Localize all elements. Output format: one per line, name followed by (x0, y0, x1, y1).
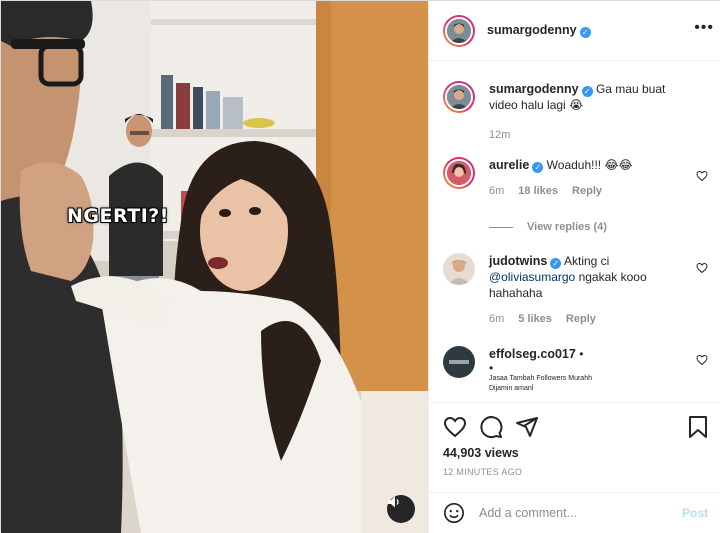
comment-row: judotwins ✓ Akting ci @oliviasumargo ngak… (443, 253, 693, 327)
user-photo-icon (443, 346, 475, 378)
reply-button[interactable]: Reply (566, 311, 596, 327)
avatar[interactable] (443, 81, 475, 113)
mention-link[interactable]: @oliviasumargo (489, 270, 575, 284)
comment-likes[interactable]: 5 likes (518, 311, 552, 327)
caption-time[interactable]: 12m (489, 127, 510, 143)
caption-emoji: 😭 (569, 98, 584, 112)
post-timestamp[interactable]: 12 MINUTES AGO (443, 467, 522, 477)
comment-username[interactable]: judotwins (489, 254, 547, 268)
add-comment-bar: Post (429, 492, 720, 533)
comment-row: effolseg.co017 • • Jasaa Tambah Follower… (443, 346, 693, 394)
comment-text: Akting ci (564, 254, 610, 268)
verified-badge-icon: ✓ (579, 27, 591, 38)
user-photo-icon (447, 85, 471, 109)
bookmark-save-icon[interactable] (687, 415, 709, 439)
like-heart-icon[interactable] (696, 354, 708, 366)
user-photo-icon (447, 161, 471, 185)
comment-time[interactable]: 6m (489, 311, 504, 327)
caption-username[interactable]: sumargodenny (489, 82, 579, 96)
caption-row: sumargodenny ✓ Ga mau buat video halu lag… (443, 81, 693, 143)
verified-badge-icon: ✓ (550, 258, 562, 269)
comment-text: Woaduh!!! (546, 158, 602, 172)
share-send-icon[interactable] (515, 415, 539, 439)
divider (489, 226, 513, 228)
verified-badge-icon: ✓ (532, 162, 544, 173)
avatar[interactable] (443, 253, 475, 285)
more-options-icon[interactable]: ••• (694, 20, 714, 36)
comment-username[interactable]: effolseg.co017 (489, 347, 576, 361)
comment-body: judotwins ✓ Akting ci @oliviasumargo ngak… (489, 253, 693, 327)
comment-username[interactable]: aurelie (489, 158, 529, 172)
like-heart-icon[interactable] (443, 415, 467, 439)
like-heart-icon[interactable] (696, 170, 708, 182)
post-actions: 44,903 views 12 MINUTES AGO (429, 402, 720, 492)
post-side-panel: sumargodenny ✓ ••• sumargodenny ✓ Ga mau… (428, 1, 720, 533)
verified-badge-icon: ✓ (581, 86, 593, 97)
view-replies-button[interactable]: View replies (4) (489, 221, 607, 233)
comment-text-line: Jasaa Tambah Followers Murahh (489, 375, 592, 382)
reply-button[interactable]: Reply (572, 183, 602, 199)
post-header: sumargodenny ✓ ••• (429, 1, 720, 61)
instagram-post-window: NGERTI?! sumargodenny ✓ ••• sumargodenny… (0, 0, 720, 533)
post-comment-button[interactable]: Post (682, 506, 708, 520)
comment-emoji: 😂😂 (604, 158, 633, 172)
view-replies-label: View replies (4) (527, 221, 607, 233)
speaker-icon (388, 496, 399, 508)
comment-body: aurelie ✓ Woaduh!!! 😂😂 6m 18 likes Reply (489, 157, 633, 199)
comment-bubble-icon[interactable] (479, 415, 503, 439)
comment-input[interactable] (479, 506, 682, 520)
video-frame-illustration (1, 1, 428, 533)
comment-text-line: Dijamin amanl (489, 385, 534, 392)
avatar[interactable] (443, 14, 475, 47)
like-heart-icon[interactable] (696, 262, 708, 274)
comment-likes[interactable]: 18 likes (518, 183, 558, 199)
video-text-overlay: NGERTI?! (67, 205, 169, 227)
user-photo-icon (443, 253, 475, 285)
avatar[interactable] (443, 157, 475, 189)
header-username[interactable]: sumargodenny (487, 23, 577, 37)
sound-toggle-button[interactable] (387, 495, 415, 523)
comment-text-line: • (489, 361, 494, 375)
view-count[interactable]: 44,903 views (443, 446, 519, 460)
post-video[interactable]: NGERTI?! (1, 1, 428, 533)
comment-row: aurelie ✓ Woaduh!!! 😂😂 6m 18 likes Reply (443, 157, 693, 199)
user-photo-icon (447, 18, 471, 43)
comment-time[interactable]: 6m (489, 183, 504, 199)
comments-list: sumargodenny ✓ Ga mau buat video halu lag… (429, 62, 720, 402)
emoji-icon[interactable] (443, 502, 465, 524)
comment-text: • (579, 347, 584, 361)
comment-body: effolseg.co017 • • Jasaa Tambah Follower… (489, 346, 592, 394)
caption-body: sumargodenny ✓ Ga mau buat video halu lag… (489, 81, 693, 143)
avatar[interactable] (443, 346, 475, 378)
